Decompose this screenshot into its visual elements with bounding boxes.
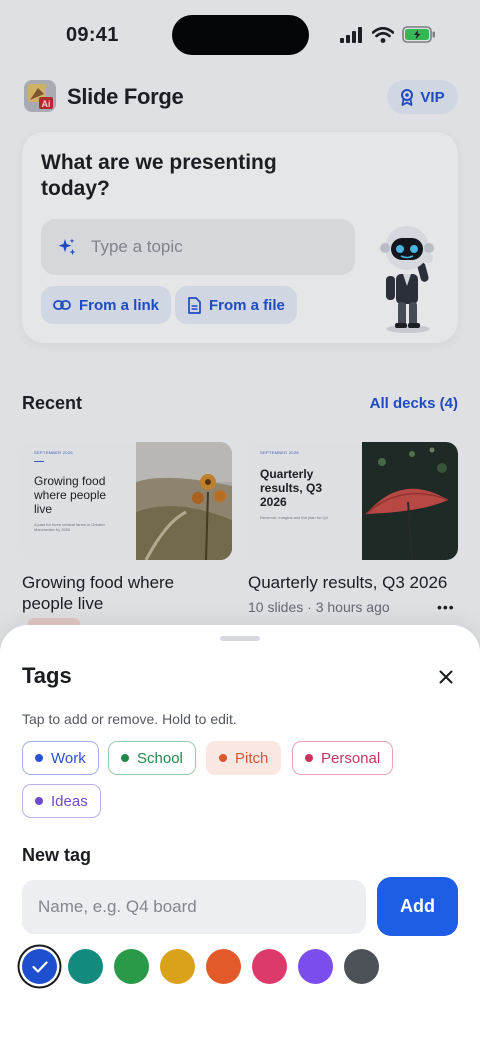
tags-sheet: Tags Tap to add or remove. Hold to edit.… <box>0 625 480 1043</box>
add-tag-button[interactable]: Add <box>377 877 458 936</box>
color-swatch[interactable] <box>68 949 103 984</box>
color-swatch[interactable] <box>298 949 333 984</box>
tag-label: Work <box>51 749 86 767</box>
color-swatch[interactable] <box>22 949 57 984</box>
sheet-grabber[interactable] <box>220 636 260 641</box>
tag-chip-pitch[interactable]: Pitch <box>206 741 282 775</box>
tag-chip-personal[interactable]: Personal <box>292 741 394 775</box>
tag-label: Pitch <box>235 749 269 767</box>
tag-color-dot <box>219 754 227 762</box>
color-swatch[interactable] <box>114 949 149 984</box>
close-icon <box>439 670 453 684</box>
tag-color-dot <box>35 754 43 762</box>
tag-label: School <box>137 749 183 767</box>
tag-label: Personal <box>321 749 381 767</box>
tag-color-dot <box>305 754 313 762</box>
color-swatch[interactable] <box>206 949 241 984</box>
color-swatch[interactable] <box>252 949 287 984</box>
tag-chip-work[interactable]: Work <box>22 741 99 775</box>
tag-chip-ideas[interactable]: Ideas <box>22 784 101 818</box>
sheet-hint: Tap to add or remove. Hold to edit. <box>22 711 237 727</box>
close-button[interactable] <box>435 666 457 688</box>
tag-color-dot <box>35 797 43 805</box>
check-icon <box>31 960 48 973</box>
tag-chip-school[interactable]: School <box>108 741 196 775</box>
tag-name-input[interactable]: Name, e.g. Q4 board <box>22 880 366 934</box>
sheet-title: Tags <box>22 663 72 688</box>
tag-label: Ideas <box>51 792 88 810</box>
color-swatch[interactable] <box>160 949 195 984</box>
color-swatch[interactable] <box>344 949 379 984</box>
tag-color-dot <box>121 754 129 762</box>
new-tag-heading: New tag <box>22 845 92 865</box>
